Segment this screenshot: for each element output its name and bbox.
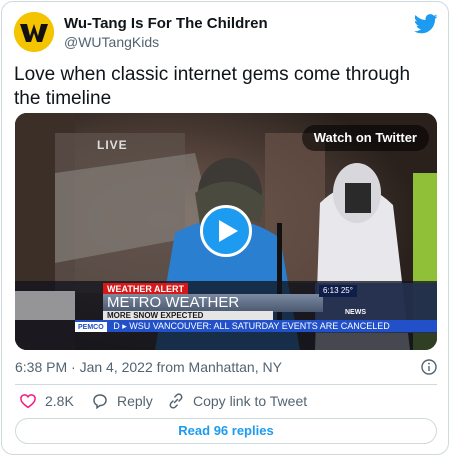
reply-label: Reply [117,393,153,409]
broadcast-temp: 25° [340,286,353,295]
author-display-name[interactable]: Wu-Tang Is For The Children [64,14,268,33]
tweet-card: Wu-Tang Is For The Children @WUTangKids … [1,1,449,455]
author-names: Wu-Tang Is For The Children @WUTangKids [64,14,268,51]
avatar[interactable] [14,12,54,52]
copy-link-label: Copy link to Tweet [193,393,308,409]
ticker-sponsor: PEMCO [75,322,107,332]
divider [15,384,437,385]
twitter-bird-icon[interactable] [414,13,438,35]
heart-icon [20,394,36,409]
info-icon[interactable] [421,359,437,375]
broadcast-time: 6:13 25° [319,285,357,297]
reply-button[interactable]: Reply [91,391,153,411]
wu-tang-logo-icon [14,12,54,52]
play-icon [219,220,238,242]
metro-weather-title: METRO WEATHER [103,294,323,312]
like-button[interactable]: 2.8K [19,391,74,411]
tweet-text: Love when classic internet gems come thr… [14,64,411,109]
tweet-timestamp[interactable]: 6:38 PM · Jan 4, 2022 from Manhattan, NY [15,358,282,376]
tweet-actions: 2.8K Reply Copy link to Tweet [15,391,437,411]
read-replies-button[interactable]: Read 96 replies [15,418,437,444]
author-handle[interactable]: @WUTangKids [64,33,268,51]
like-count: 2.8K [45,393,74,409]
tweet-header: Wu-Tang Is For The Children @WUTangKids [14,12,438,52]
news-badge: NEWS [345,309,366,316]
video-player[interactable]: LIVE Watch on Twitter WEATHER ALERT METR… [15,113,437,350]
play-button[interactable] [200,205,252,257]
broadcast-time-value: 6:13 [323,286,339,295]
link-icon [169,393,183,409]
ticker-text: D ▸ WSU VANCOUVER: ALL SATURDAY EVENTS A… [113,321,390,331]
watch-on-twitter-button[interactable]: Watch on Twitter [301,125,429,151]
reply-icon [93,394,107,410]
news-ticker: PEMCO D ▸ WSU VANCOUVER: ALL SATURDAY EV… [75,320,437,332]
live-tag: LIVE [97,138,128,152]
copy-link-button[interactable]: Copy link to Tweet [167,391,307,411]
